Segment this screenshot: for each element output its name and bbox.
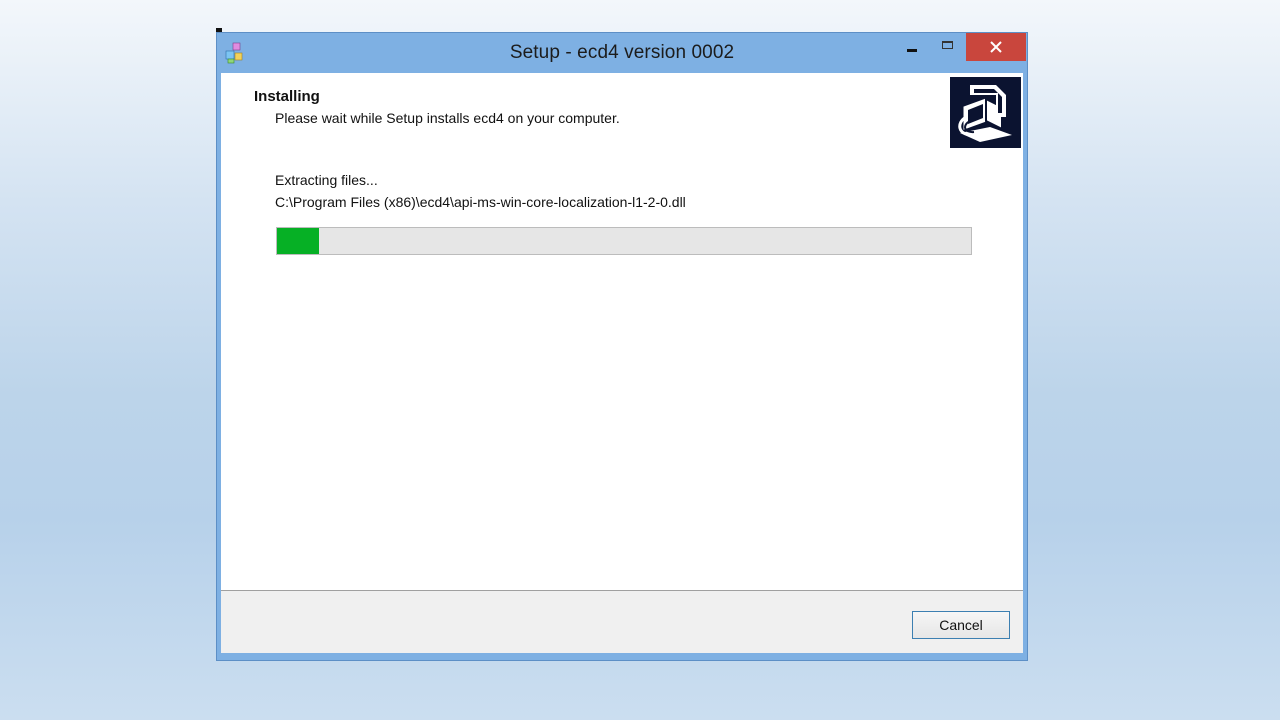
wizard-footer: Cancel <box>221 591 1023 653</box>
cancel-button[interactable]: Cancel <box>912 611 1010 639</box>
title-bar[interactable]: Setup - ecd4 version 0002 <box>217 33 1027 73</box>
current-file-path: C:\Program Files (x86)\ecd4\api-ms-win-c… <box>275 194 686 210</box>
progress-status-text: Extracting files... <box>275 172 378 188</box>
close-button[interactable] <box>966 33 1026 61</box>
computer-install-icon <box>950 77 1021 148</box>
close-icon <box>990 41 1002 53</box>
install-progress-bar <box>276 227 972 255</box>
setup-window: Setup - ecd4 version 0002 Installing Ple… <box>216 32 1028 661</box>
progress-bar-fill <box>277 228 319 254</box>
page-title: Installing <box>254 88 320 105</box>
maximize-button[interactable] <box>933 33 963 61</box>
minimize-button[interactable] <box>897 33 927 61</box>
page-description: Please wait while Setup installs ecd4 on… <box>275 110 620 126</box>
wizard-client-area: Installing Please wait while Setup insta… <box>221 73 1023 653</box>
